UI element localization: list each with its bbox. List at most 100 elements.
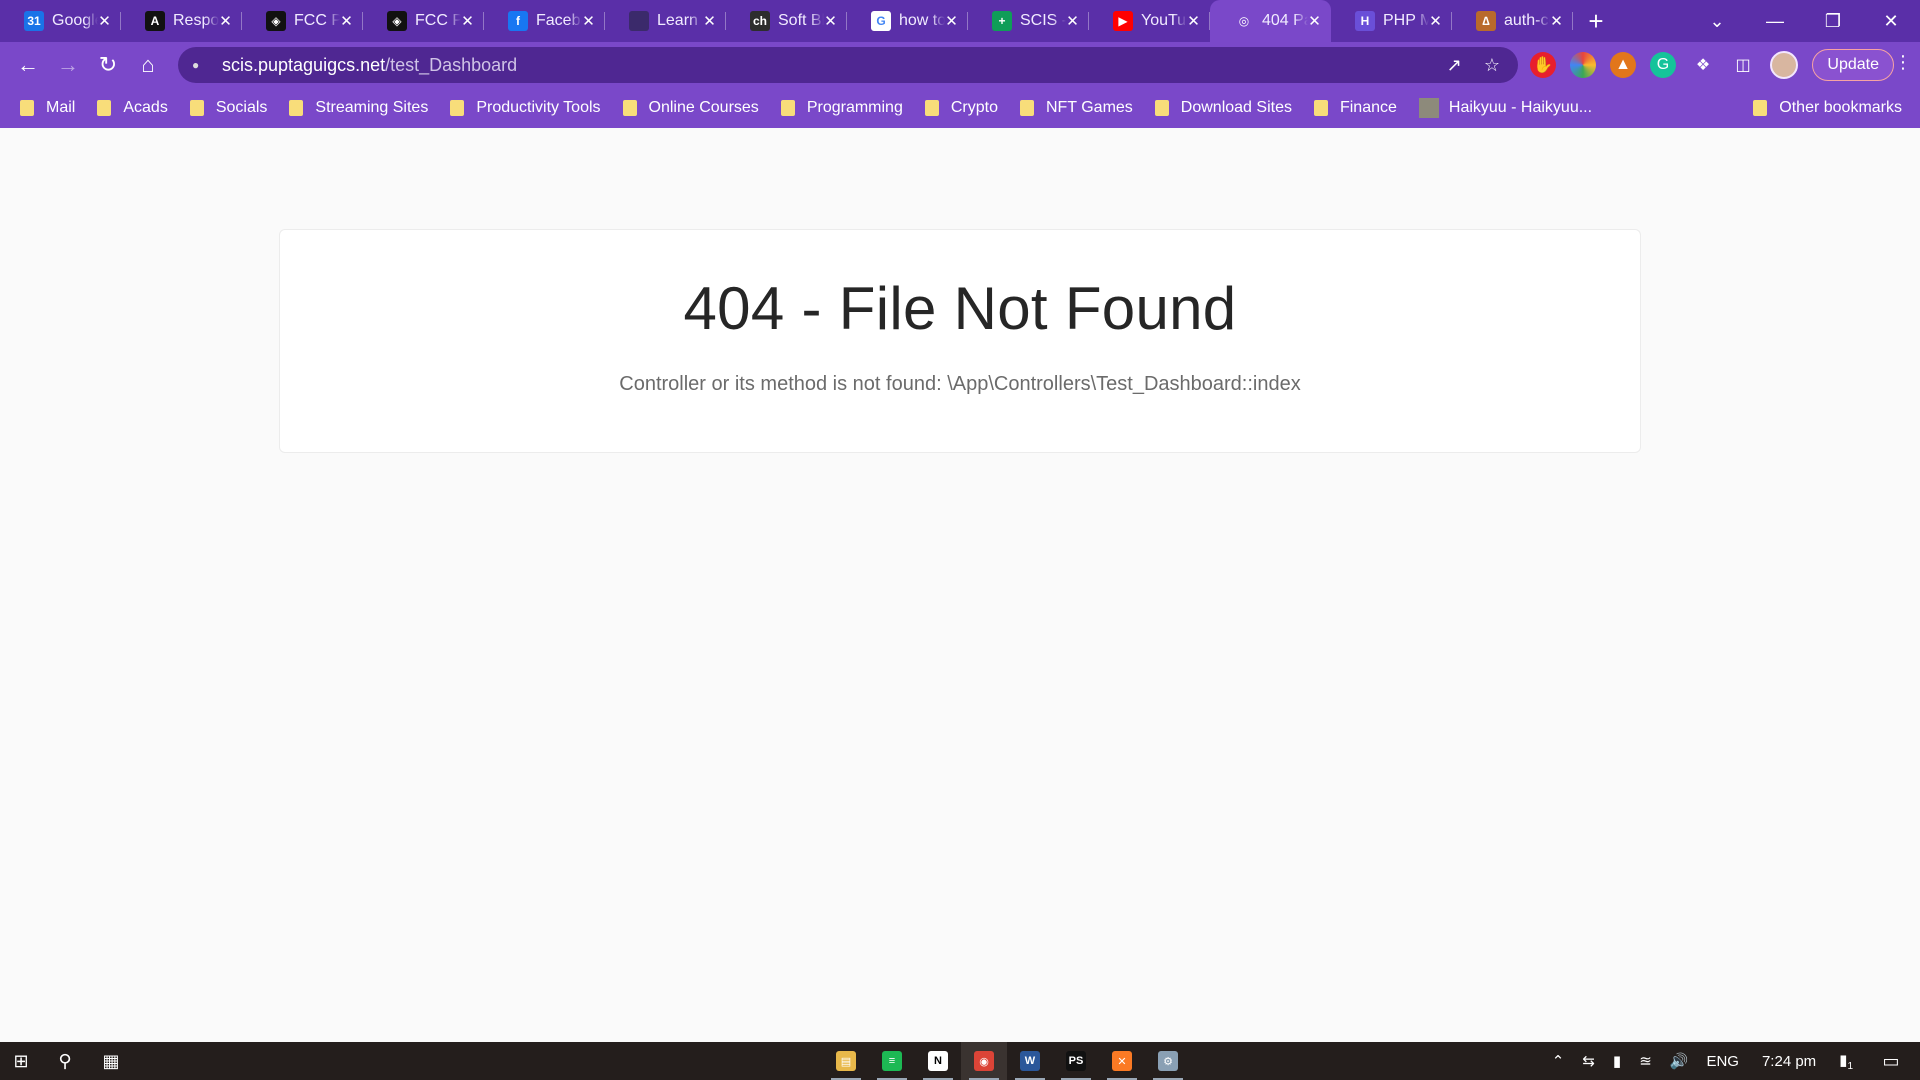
task-view-icon[interactable]: ▦ (88, 1051, 134, 1072)
browser-tab[interactable]: ◈ FCC Projects✕ (242, 0, 363, 42)
meet-now-icon[interactable]: ▮1 (1839, 1051, 1853, 1072)
update-button[interactable]: Update (1812, 49, 1894, 81)
browser-tab[interactable]: Ghow to ✕ (847, 0, 968, 42)
reload-button[interactable]: ↻ (88, 45, 128, 85)
close-icon[interactable]: ✕ (1429, 12, 1442, 30)
taskbar-app[interactable]: ▤ (823, 1042, 869, 1080)
restore-button[interactable]: ❐ (1804, 11, 1862, 32)
forward-button[interactable]: → (48, 45, 88, 85)
avatar[interactable] (1770, 51, 1798, 79)
notion-icon: N (928, 1051, 948, 1071)
chevron-up-icon[interactable]: ⌃ (1552, 1052, 1565, 1070)
bookmark-folder[interactable]: Download Sites (1154, 99, 1292, 117)
close-icon[interactable]: ✕ (945, 12, 958, 30)
search-icon[interactable]: ⚲ (42, 1051, 88, 1072)
browser-tab[interactable]: ∆ auth-code✕ (1452, 0, 1573, 42)
taskbar-app[interactable]: W (1007, 1042, 1053, 1080)
ch-icon: ch (750, 11, 770, 31)
clock[interactable]: 7:24 pm (1762, 1053, 1816, 1070)
taskbar-app[interactable]: ≡ (869, 1042, 915, 1080)
folder-icon (189, 100, 204, 116)
bookmark-star-icon[interactable]: ☆ (1484, 55, 1500, 76)
browser-tab[interactable]: ◈ FCC Projects✕ (363, 0, 484, 42)
bookmark-folder[interactable]: Mail (20, 99, 75, 117)
close-icon[interactable]: ✕ (1187, 12, 1200, 30)
google-icon: G (871, 11, 891, 31)
bookmark-link-haikyuu[interactable]: Haikyuu - Haikyuu... (1418, 98, 1592, 118)
tab-title: Learn (657, 12, 698, 29)
address-bar[interactable]: ● scis.puptaguigcs.net/test_Dashboard ↗ … (178, 47, 1518, 83)
browser-tab[interactable]: + SCIS - ✕ (968, 0, 1089, 42)
taskbar-app[interactable]: PS (1053, 1042, 1099, 1080)
minimize-button[interactable]: — (1746, 11, 1804, 32)
close-icon[interactable]: ✕ (1550, 12, 1563, 30)
close-icon[interactable]: ✕ (582, 12, 595, 30)
taskbar-app[interactable]: ◉ (961, 1042, 1007, 1080)
bookmark-folder[interactable]: Finance (1313, 99, 1397, 117)
bookmark-folder[interactable]: Crypto (924, 99, 998, 117)
browser-tab[interactable]: A Responsive✕ (121, 0, 242, 42)
url-host: scis.puptaguigcs.net (222, 54, 386, 75)
bookmark-label: Mail (46, 99, 76, 116)
language-indicator[interactable]: ENG (1706, 1053, 1739, 1070)
bookmark-list: Mail Acads Socials Streaming Sites Productiv… (20, 99, 1419, 117)
other-bookmarks[interactable]: Other bookmarks (1753, 88, 1902, 128)
wifi-icon[interactable]: ≊ (1639, 1052, 1652, 1070)
puzzle-extensions-icon[interactable]: ❖ (1690, 52, 1716, 78)
browser-tab[interactable]: Learn ✕ (605, 0, 726, 42)
tab-title: PHP Manual (1383, 12, 1429, 29)
browser-tab[interactable]: f Facebook✕ (484, 0, 605, 42)
menu-kebab-icon[interactable]: ⋮ (1894, 52, 1912, 73)
tab-search-button[interactable]: ⌄ (1688, 11, 1746, 32)
bookmark-label: Finance (1339, 99, 1397, 116)
taskbar-left: ⊞ ⚲ ▦ (0, 1042, 134, 1080)
back-button[interactable]: ← (8, 45, 48, 85)
taskbar-app[interactable]: ⚙ (1145, 1042, 1191, 1080)
bookmark-folder[interactable]: Acads (97, 99, 168, 117)
windows-start-icon[interactable]: ⊞ (0, 1051, 42, 1072)
tab-title: Responsive (173, 12, 219, 29)
close-icon[interactable]: ✕ (98, 12, 111, 30)
close-window-button[interactable]: ✕ (1862, 11, 1920, 32)
adblock-extension-icon[interactable]: ✋ (1530, 52, 1556, 78)
browser-tab[interactable]: ◎ 404 Page Not Found✕ (1210, 0, 1331, 42)
browser-tab[interactable]: 31 Google Calendar✕ (0, 0, 121, 42)
app-icon: ⚙ (1158, 1051, 1178, 1071)
close-icon[interactable]: ✕ (824, 12, 837, 30)
browser-tab[interactable]: ch Soft Blue✕ (726, 0, 847, 42)
taskbar-app[interactable]: N (915, 1042, 961, 1080)
tab-title: auth-code (1504, 12, 1550, 29)
browser-tab[interactable]: ▶ YouTube✕ (1089, 0, 1210, 42)
volume-icon[interactable]: 🔊 (1670, 1052, 1689, 1070)
error-card: 404 - File Not Found Controller or its m… (279, 229, 1641, 453)
browser-tab[interactable]: H PHP Manual✕ (1331, 0, 1452, 42)
bookmark-folder[interactable]: Programming (780, 99, 903, 117)
new-tab-button[interactable]: + (1573, 0, 1619, 42)
share-icon[interactable]: ↗ (1447, 55, 1462, 76)
bookmark-folder[interactable]: NFT Games (1019, 99, 1133, 117)
close-icon[interactable]: ✕ (340, 12, 353, 30)
bookmark-folder[interactable]: Online Courses (622, 99, 759, 117)
phpstorm-icon: PS (1066, 1051, 1086, 1071)
grammarly-extension-icon[interactable]: G (1650, 52, 1676, 78)
bookmark-folder[interactable]: Socials (189, 99, 267, 117)
taskbar-app[interactable]: ✕ (1099, 1042, 1145, 1080)
close-icon[interactable]: ✕ (461, 12, 474, 30)
side-panel-icon[interactable]: ◫ (1730, 52, 1756, 78)
bookmark-label: Productivity Tools (476, 99, 601, 116)
battery-icon[interactable]: ▮ (1613, 1052, 1621, 1070)
bookmark-folder[interactable]: Productivity Tools (450, 99, 601, 117)
lock-icon[interactable]: ● (192, 58, 208, 72)
notification-center-icon[interactable]: ▭ (1871, 1051, 1911, 1072)
chrome-icon: ◉ (974, 1051, 994, 1071)
close-icon[interactable]: ✕ (1308, 12, 1321, 30)
bookmark-folder[interactable]: Streaming Sites (289, 99, 428, 117)
close-icon[interactable]: ✕ (1066, 12, 1079, 30)
close-icon[interactable]: ✕ (703, 12, 716, 30)
metamask-extension-icon[interactable]: ▲ (1610, 52, 1636, 78)
network-share-icon[interactable]: ⇆ (1582, 1052, 1595, 1070)
close-icon[interactable]: ✕ (219, 12, 232, 30)
folder-icon (622, 100, 637, 116)
home-button[interactable]: ⌂ (128, 45, 168, 85)
color-picker-extension-icon[interactable] (1570, 52, 1596, 78)
